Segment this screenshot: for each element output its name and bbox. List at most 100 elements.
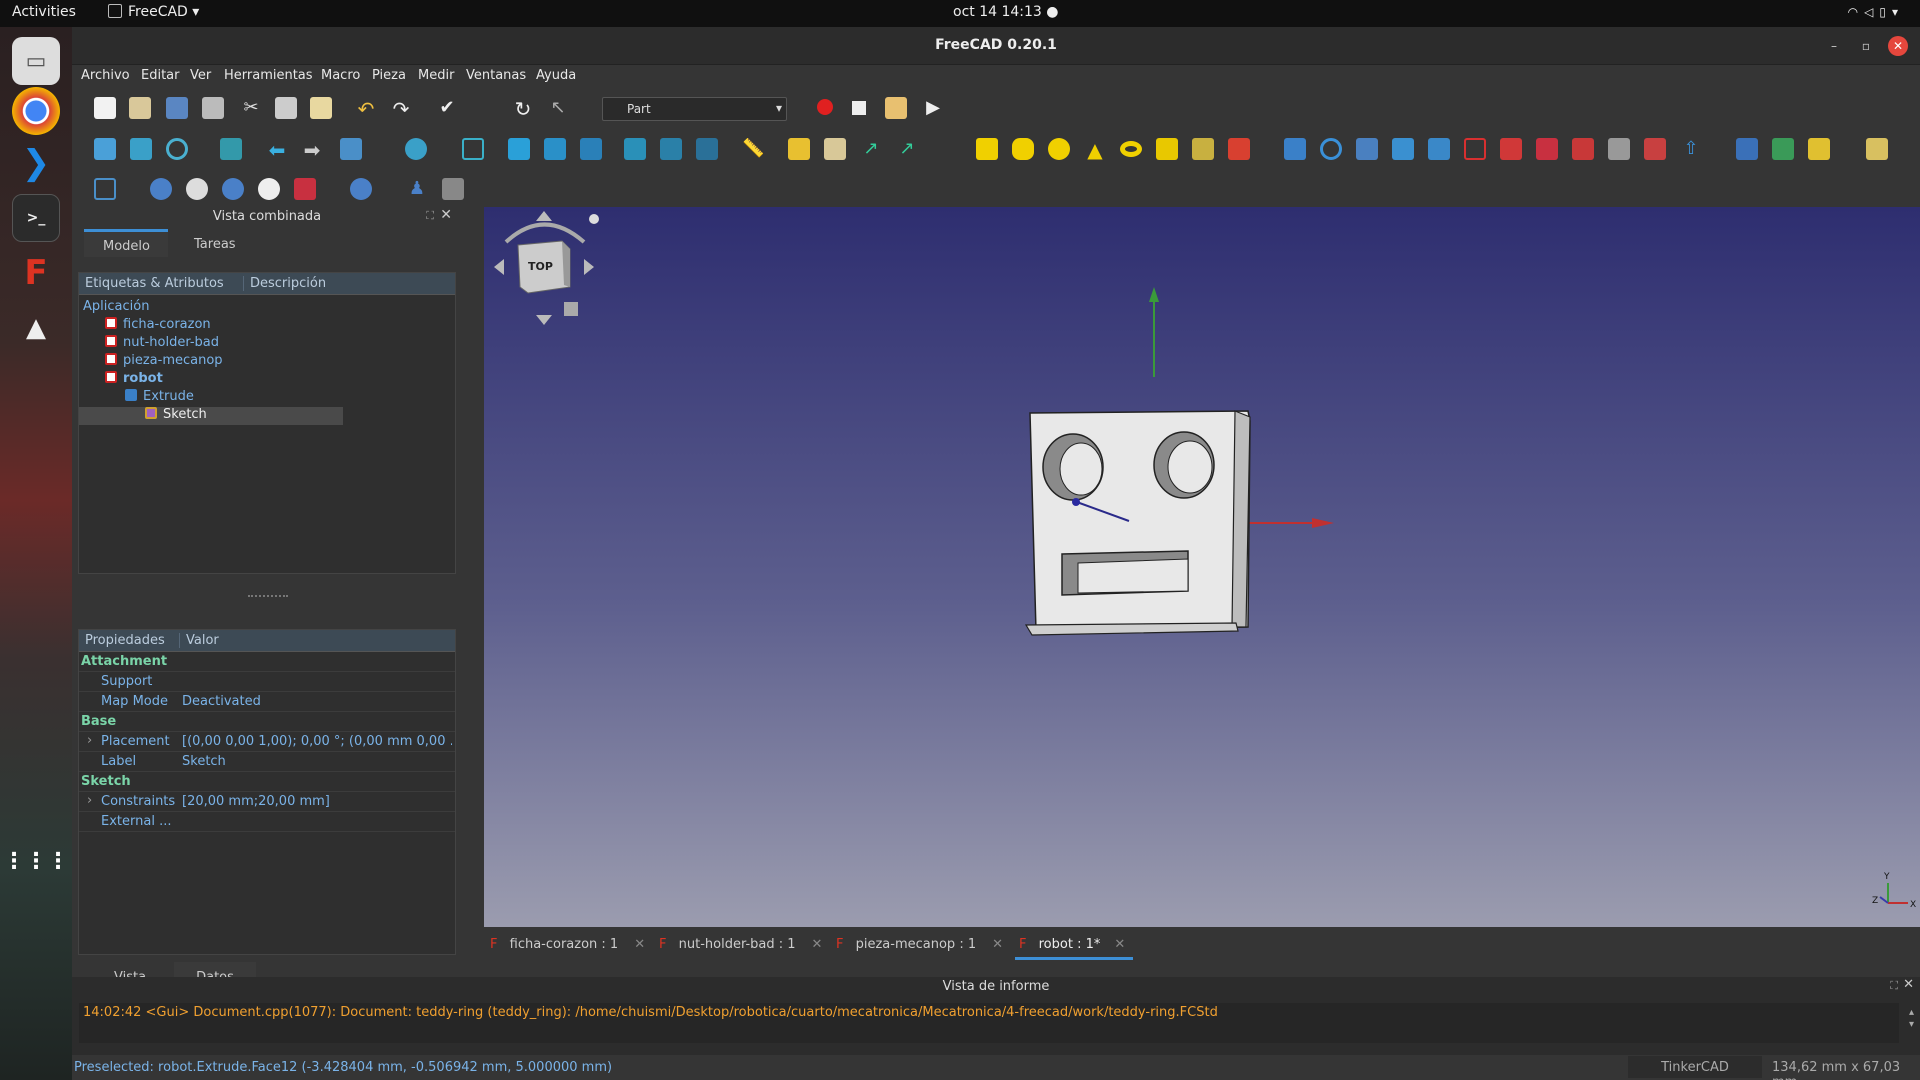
prop-row-external[interactable]: External ... xyxy=(79,812,455,832)
prop-col-value[interactable]: Valor xyxy=(179,633,219,648)
menu-archivo[interactable]: Archivo xyxy=(81,68,130,83)
doc-tab-nut-holder-bad[interactable]: F nut-holder-bad : 1 ✕ xyxy=(659,937,822,952)
fit-selection-icon[interactable] xyxy=(130,138,152,160)
expand-icon[interactable]: › xyxy=(87,793,92,808)
vscode-icon[interactable]: ❯ xyxy=(12,139,60,187)
cut-icon[interactable]: ✂ xyxy=(240,97,262,119)
close-icon[interactable]: ✕ xyxy=(634,937,645,952)
app-menu[interactable]: FreeCAD ▾ xyxy=(108,4,199,20)
chrome-icon[interactable] xyxy=(12,87,60,135)
tab-tareas[interactable]: Tareas xyxy=(194,237,236,252)
undo-icon[interactable]: ↶ xyxy=(355,97,377,121)
box-icon[interactable] xyxy=(976,138,998,160)
terminal-icon[interactable]: >_ xyxy=(12,194,60,242)
open-icon[interactable] xyxy=(129,97,151,119)
menu-ver[interactable]: Ver xyxy=(190,68,211,83)
tree-item-ficha-corazon[interactable]: ficha-corazon xyxy=(105,317,211,335)
shape-refine-icon[interactable] xyxy=(442,178,464,200)
menu-macro[interactable]: Macro xyxy=(321,68,360,83)
view-top-icon[interactable] xyxy=(544,138,566,160)
view-left-icon[interactable] xyxy=(696,138,718,160)
tree-col-labels[interactable]: Etiquetas & Atributos xyxy=(85,276,224,291)
apps-grid-icon[interactable]: ⋮⋮⋮ xyxy=(3,837,69,885)
prop-row-support[interactable]: Support xyxy=(79,672,455,692)
projection-icon[interactable] xyxy=(1772,138,1794,160)
split-tools-icon[interactable] xyxy=(350,178,372,200)
activities-button[interactable]: Activities xyxy=(12,4,76,20)
freecad-dock-icon[interactable]: F xyxy=(12,249,60,297)
files-icon[interactable]: ▭ xyxy=(12,37,60,85)
menu-ayuda[interactable]: Ayuda xyxy=(536,68,576,83)
tree-item-pieza-mecanop[interactable]: pieza-mecanop xyxy=(105,353,223,371)
attachment-editor-icon[interactable]: ♟ xyxy=(406,178,428,200)
tree-item-extrude[interactable]: Extrude xyxy=(125,389,194,407)
close-icon[interactable]: ✕ xyxy=(992,937,1003,952)
close-icon[interactable]: ✕ xyxy=(1888,36,1908,56)
tree-item-nut-holder-bad[interactable]: nut-holder-bad xyxy=(105,335,219,353)
prop-row-placement[interactable]: › Placement [(0,00 0,00 1,00); 0,00 °; (0,… xyxy=(79,732,455,752)
color-per-face-icon[interactable] xyxy=(1808,138,1830,160)
mirror-icon[interactable] xyxy=(1356,138,1378,160)
expand-icon[interactable]: › xyxy=(87,733,92,748)
print-icon[interactable] xyxy=(202,97,224,119)
tree-item-sketch[interactable]: Sketch xyxy=(79,407,343,425)
boolean-icon[interactable] xyxy=(150,178,172,200)
sweep-icon[interactable] xyxy=(1572,138,1594,160)
shape-builder-icon[interactable] xyxy=(1228,138,1250,160)
tube-icon[interactable] xyxy=(1156,138,1178,160)
navigation-cube[interactable]: TOP xyxy=(494,211,599,325)
offset-icon[interactable]: ⇧ xyxy=(1680,138,1702,160)
check-geometry-icon[interactable] xyxy=(1866,138,1888,160)
doc-tab-pieza-mecanop[interactable]: F pieza-mecanop : 1 ✕ xyxy=(836,937,1003,952)
prop-col-properties[interactable]: Propiedades xyxy=(85,633,165,648)
fit-all-icon[interactable] xyxy=(94,138,116,160)
link-actions-icon[interactable]: ↗ xyxy=(896,138,918,160)
bounding-box-icon[interactable] xyxy=(220,138,242,160)
close-icon[interactable]: ✕ xyxy=(1114,937,1125,952)
cone-icon[interactable]: ▲ xyxy=(1084,138,1106,162)
float-icon[interactable]: ⛶ xyxy=(426,209,434,223)
loft-icon[interactable] xyxy=(1536,138,1558,160)
macro-run-icon[interactable]: ▶ xyxy=(922,97,944,119)
close-icon[interactable]: ✕ xyxy=(440,207,452,223)
thickness-icon[interactable] xyxy=(1736,138,1758,160)
menu-ventanas[interactable]: Ventanas xyxy=(466,68,526,83)
system-tray[interactable]: ◠◁▯▾ xyxy=(1848,5,1904,19)
sphere-icon[interactable] xyxy=(1048,138,1070,160)
refresh-check-icon[interactable]: ✔ xyxy=(436,97,458,119)
prop-group-sketch[interactable]: Sketch xyxy=(79,772,455,792)
prop-row-map-mode[interactable]: Map Mode Deactivated xyxy=(79,692,455,712)
close-icon[interactable]: ✕ xyxy=(1903,977,1914,992)
link-icon[interactable]: ↗ xyxy=(860,138,882,160)
new-icon[interactable] xyxy=(94,97,116,119)
cylinder-icon[interactable] xyxy=(1012,138,1034,160)
revolve-icon[interactable] xyxy=(1320,138,1342,160)
tree-col-description[interactable]: Descripción xyxy=(243,276,326,291)
view-bottom-icon[interactable] xyxy=(660,138,682,160)
paste-icon[interactable] xyxy=(310,97,332,119)
splitter-handle[interactable] xyxy=(248,595,288,597)
navigation-style-button[interactable]: TinkerCAD xyxy=(1628,1056,1762,1078)
prop-group-attachment[interactable]: Attachment xyxy=(79,652,455,672)
ruled-surface-icon[interactable] xyxy=(1500,138,1522,160)
cross-sections-icon[interactable] xyxy=(1644,138,1666,160)
chamfer-icon[interactable] xyxy=(1428,138,1450,160)
view-rear-icon[interactable] xyxy=(624,138,646,160)
doc-tab-robot[interactable]: F robot : 1* ✕ xyxy=(1015,930,1133,960)
recompute-icon[interactable]: ↻ xyxy=(512,97,534,121)
save-icon[interactable] xyxy=(166,97,188,119)
log-scroll-arrows[interactable]: ▴ ▾ xyxy=(1909,1007,1914,1031)
minimize-icon[interactable]: – xyxy=(1824,36,1844,56)
view-isometric-icon[interactable] xyxy=(462,138,484,160)
macro-record-icon[interactable] xyxy=(817,99,833,115)
fillet-icon[interactable] xyxy=(1392,138,1414,160)
measure-icon[interactable]: 📏 xyxy=(742,138,764,160)
tree-item-robot[interactable]: robot xyxy=(105,371,163,389)
menu-medir[interactable]: Medir xyxy=(418,68,454,83)
sync-view-icon[interactable] xyxy=(340,138,362,160)
back-arrow-icon[interactable]: ⬅ xyxy=(266,138,288,162)
join-features-icon[interactable] xyxy=(294,178,316,200)
compound-tools-icon[interactable] xyxy=(94,178,116,200)
3d-viewport[interactable]: TOP Y X Z xyxy=(484,207,1920,927)
float-icon[interactable]: ⛶ xyxy=(1890,979,1898,993)
